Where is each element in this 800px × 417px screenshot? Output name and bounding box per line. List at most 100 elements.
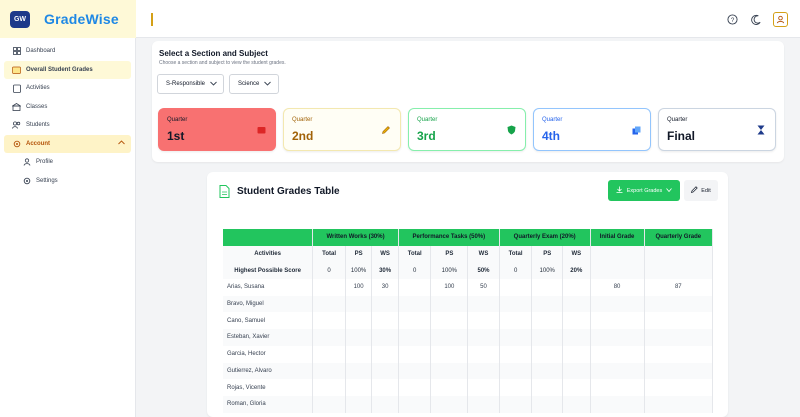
table-cell[interactable]: 100 xyxy=(345,279,373,296)
table-row[interactable]: Gutierrez, Alvaro xyxy=(223,362,714,380)
sidebar-item-activities[interactable]: Activities xyxy=(4,79,131,97)
table-row[interactable]: Esteban, Xavier xyxy=(223,329,714,346)
table-cell[interactable] xyxy=(345,395,373,413)
sidebar-item-settings[interactable]: Settings xyxy=(4,172,131,190)
brand[interactable]: GW GradeWise xyxy=(0,0,136,38)
table-cell[interactable] xyxy=(345,329,373,346)
table-cell[interactable] xyxy=(312,362,346,380)
sidebar-item-dashboard[interactable]: Dashboard xyxy=(4,42,131,60)
table-cell[interactable] xyxy=(562,345,591,363)
quarter-card-3rd[interactable]: Quarter 3rd xyxy=(408,108,526,151)
table-cell[interactable] xyxy=(531,295,564,313)
export-grades-button[interactable]: Export Grades xyxy=(608,180,680,201)
table-cell[interactable] xyxy=(430,345,469,363)
table-cell[interactable] xyxy=(345,362,373,380)
table-cell[interactable] xyxy=(467,395,500,413)
table-cell[interactable] xyxy=(499,295,533,313)
sidebar-item-account[interactable]: Account xyxy=(4,134,131,153)
table-cell[interactable] xyxy=(371,395,399,413)
moon-icon[interactable] xyxy=(749,13,763,27)
table-cell[interactable] xyxy=(644,362,714,380)
table-cell[interactable] xyxy=(499,395,533,413)
table-cell[interactable] xyxy=(644,345,714,363)
table-cell[interactable] xyxy=(398,379,432,396)
table-cell[interactable] xyxy=(562,329,591,346)
table-cell[interactable] xyxy=(562,395,591,413)
table-cell[interactable] xyxy=(531,362,564,380)
table-cell[interactable] xyxy=(531,395,564,413)
table-cell[interactable] xyxy=(312,295,346,313)
table-cell[interactable] xyxy=(398,279,432,296)
table-cell[interactable] xyxy=(644,329,714,346)
table-cell[interactable] xyxy=(644,379,714,396)
table-cell[interactable] xyxy=(590,312,645,330)
table-cell[interactable] xyxy=(312,345,346,363)
table-cell[interactable]: 100 xyxy=(430,279,469,296)
table-cell[interactable] xyxy=(371,362,399,380)
quarter-card-4th[interactable]: Quarter 4th xyxy=(533,108,651,151)
sidebar-item-overall-student-grades[interactable]: Overall Student Grades xyxy=(4,60,131,79)
table-row[interactable]: Cano, Samuel xyxy=(223,312,714,330)
help-icon[interactable]: ? xyxy=(725,13,739,27)
table-cell[interactable] xyxy=(398,362,432,380)
table-cell[interactable] xyxy=(430,362,469,380)
table-cell[interactable] xyxy=(531,329,564,346)
table-cell[interactable] xyxy=(562,312,591,330)
table-cell[interactable] xyxy=(499,279,533,296)
table-cell[interactable] xyxy=(345,295,373,313)
table-cell[interactable] xyxy=(398,312,432,330)
quarter-card-2nd[interactable]: Quarter 2nd xyxy=(283,108,401,151)
table-cell[interactable] xyxy=(371,312,399,330)
table-cell[interactable] xyxy=(467,379,500,396)
table-row[interactable]: Roman, Gloria xyxy=(223,395,714,413)
table-cell[interactable] xyxy=(644,295,714,313)
table-cell[interactable] xyxy=(499,362,533,380)
table-cell[interactable] xyxy=(590,295,645,313)
table-cell[interactable] xyxy=(467,362,500,380)
quarter-card-1st[interactable]: Quarter 1st xyxy=(158,108,276,151)
table-cell[interactable] xyxy=(371,329,399,346)
table-row[interactable]: Rojas, Vicente xyxy=(223,379,714,396)
table-cell[interactable] xyxy=(467,329,500,346)
table-cell[interactable] xyxy=(590,362,645,380)
table-cell[interactable] xyxy=(499,312,533,330)
table-cell[interactable] xyxy=(371,379,399,396)
table-cell[interactable] xyxy=(499,379,533,396)
table-cell[interactable] xyxy=(430,295,469,313)
table-cell[interactable] xyxy=(430,329,469,346)
table-cell[interactable]: 30 xyxy=(371,279,399,296)
table-cell[interactable] xyxy=(499,329,533,346)
table-cell[interactable] xyxy=(562,379,591,396)
table-cell[interactable] xyxy=(398,329,432,346)
table-cell[interactable] xyxy=(644,312,714,330)
table-cell[interactable] xyxy=(345,379,373,396)
table-cell[interactable] xyxy=(312,379,346,396)
table-row[interactable]: Bravo, Miguel xyxy=(223,295,714,313)
table-cell[interactable] xyxy=(590,329,645,346)
table-cell[interactable] xyxy=(590,345,645,363)
table-cell[interactable] xyxy=(562,279,591,296)
table-cell[interactable] xyxy=(345,312,373,330)
quarter-card-final[interactable]: Quarter Final xyxy=(658,108,776,151)
table-cell[interactable] xyxy=(499,345,533,363)
table-row[interactable]: Arias, Susana 100 30 100 50 80 87 xyxy=(223,279,714,296)
edit-button[interactable]: Edit xyxy=(684,180,718,201)
table-cell[interactable] xyxy=(467,312,500,330)
table-cell[interactable] xyxy=(430,395,469,413)
table-cell[interactable] xyxy=(531,345,564,363)
table-cell[interactable] xyxy=(312,279,346,296)
table-cell[interactable] xyxy=(562,362,591,380)
sidebar-item-profile[interactable]: Profile xyxy=(4,153,131,171)
table-cell[interactable] xyxy=(467,295,500,313)
table-cell[interactable]: 50 xyxy=(467,279,500,296)
table-cell[interactable] xyxy=(345,345,373,363)
table-row[interactable]: Garcia, Hector xyxy=(223,345,714,363)
table-cell[interactable] xyxy=(562,295,591,313)
table-cell[interactable] xyxy=(531,312,564,330)
table-cell[interactable] xyxy=(371,295,399,313)
table-cell[interactable] xyxy=(398,295,432,313)
table-cell[interactable]: 87 xyxy=(644,279,714,296)
section-dropdown[interactable]: S-Responsible xyxy=(157,74,224,94)
table-cell[interactable] xyxy=(430,379,469,396)
subject-dropdown[interactable]: Science xyxy=(229,74,279,94)
